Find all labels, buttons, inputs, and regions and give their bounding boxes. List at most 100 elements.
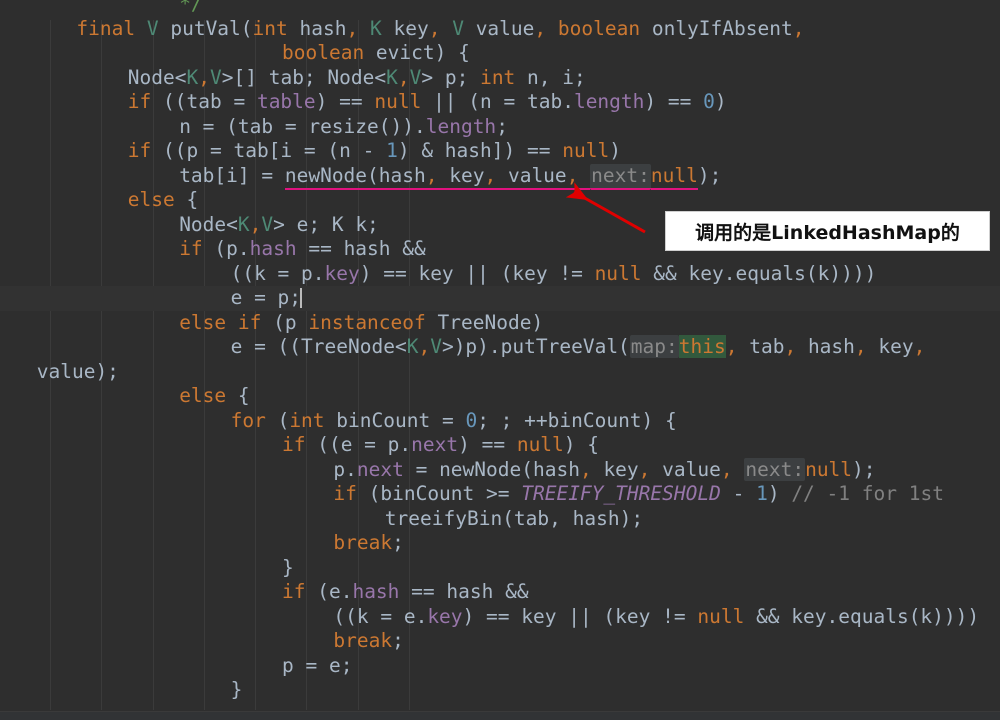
code-line[interactable]: */	[0, 0, 1000, 17]
code-token: key	[381, 16, 429, 40]
code-token: */	[179, 0, 203, 15]
code-token: ) & hash]) ==	[397, 139, 563, 162]
code-line[interactable]: if ((tab = table) == null || (n = tab.le…	[0, 90, 1000, 115]
code-line[interactable]: else {	[0, 384, 1000, 409]
code-token: value	[650, 457, 721, 481]
code-token: (e.	[305, 580, 353, 603]
code-token: for	[230, 408, 266, 432]
code-line[interactable]: boolean evict) {	[0, 41, 1000, 66]
code-token: ;	[709, 163, 722, 187]
code-token: ) ==	[644, 90, 704, 113]
code-line[interactable]: value);	[0, 360, 1000, 385]
code-text[interactable]: */ final V putVal(int hash, K key, V valu…	[0, 0, 1000, 703]
annotation-text: 调用的是LinkedHashMap的	[695, 221, 960, 244]
code-token: e = p;	[230, 286, 302, 309]
code-line[interactable]: break;	[0, 531, 1000, 556]
code-token: evict	[364, 41, 435, 64]
code-token: next:	[744, 457, 806, 481]
code-token: 0	[703, 90, 715, 113]
code-editor[interactable]: */ final V putVal(int hash, K key, V valu…	[0, 0, 1000, 720]
code-token: boolean	[282, 41, 365, 64]
code-token: if	[127, 139, 152, 162]
code-token: ,	[725, 335, 738, 358]
code-line[interactable]: n = (tab = resize()).length;	[0, 115, 1000, 140]
code-token: && key.equals(k))))	[641, 261, 877, 285]
code-token: ) ==	[315, 90, 375, 113]
code-token: {	[226, 384, 250, 407]
code-token: length	[425, 114, 497, 138]
code-token: if	[333, 482, 357, 505]
editor-bottom-strip	[0, 711, 1000, 720]
code-line[interactable]: e = p;	[0, 286, 1000, 311]
code-line[interactable]: break;	[0, 629, 1000, 654]
code-token: null	[562, 139, 610, 162]
code-line[interactable]: if (e.hash == hash &&	[0, 580, 1000, 605]
code-token: int	[289, 408, 325, 432]
code-line[interactable]: }	[0, 678, 1000, 703]
code-token: Node<	[179, 212, 238, 236]
code-token: null	[697, 604, 745, 628]
code-token: length	[573, 90, 645, 113]
code-line[interactable]: tab[i] = newNode(hash, key, value, next:…	[0, 163, 1000, 190]
code-line[interactable]: else {	[0, 188, 1000, 213]
code-token: break	[333, 629, 393, 652]
code-token: tab	[737, 335, 785, 358]
code-token: ((p = tab[i = (n -	[151, 139, 387, 162]
code-token: ,	[579, 457, 592, 481]
code-token: }	[282, 555, 294, 579]
code-token: V	[409, 65, 422, 89]
code-line[interactable]: for (int binCount = 0; ; ++binCount) {	[0, 409, 1000, 434]
code-token: hash	[287, 16, 347, 40]
code-token: ,	[249, 212, 262, 236]
code-line[interactable]: if (binCount >= TREEIFY_THRESHOLD - 1) /…	[0, 482, 1000, 507]
code-token: key	[437, 163, 485, 190]
code-token: >[] tab; Node<	[221, 65, 387, 89]
annotation-arrow-icon	[565, 182, 646, 234]
code-token: V	[261, 212, 274, 236]
code-token: table	[256, 90, 316, 113]
code-token: Node<	[127, 65, 187, 89]
code-line[interactable]: ((k = e.key) == key || (key != null && k…	[0, 605, 1000, 630]
code-token: value	[463, 16, 535, 40]
code-token: )	[531, 310, 544, 334]
code-token: ; ; ++binCount) {	[477, 408, 677, 432]
code-line[interactable]: Node<K,V>[] tab; Node<K,V> p; int n, i;	[0, 66, 1000, 91]
code-line[interactable]: if ((e = p.next) == null) {	[0, 433, 1000, 458]
code-token: onlyIfAbsent	[640, 16, 793, 40]
code-token: if	[282, 433, 306, 456]
code-token: newNode(hash	[284, 163, 426, 190]
code-token: ) ==	[458, 433, 517, 456]
code-line[interactable]: final V putVal(int hash, K key, V value,…	[0, 17, 1000, 42]
code-line[interactable]: else if (p instanceof TreeNode)	[0, 311, 1000, 336]
code-line[interactable]: ((k = p.key) == key || (key != null && k…	[0, 262, 1000, 287]
code-token: tab[i] =	[179, 163, 285, 187]
code-line[interactable]: treeifyBin(tab, hash);	[0, 507, 1000, 532]
code-token: ) {	[563, 433, 600, 456]
code-token: next	[411, 433, 459, 456]
code-line[interactable]: p.next = newNode(hash, key, value, next:…	[0, 457, 1000, 483]
code-token: // -1 for 1st	[791, 482, 944, 505]
code-token: ,	[428, 16, 441, 40]
code-token: 1	[386, 139, 398, 162]
code-line[interactable]: p = e;	[0, 654, 1000, 679]
code-token: )	[697, 163, 710, 187]
annotation-callout: 调用的是LinkedHashMap的	[665, 211, 990, 251]
code-token: TreeNode	[437, 310, 532, 334]
code-token: ,	[638, 457, 651, 481]
code-token: if	[237, 310, 262, 334]
code-line[interactable]: if ((p = tab[i = (n - 1) & hash]) == nul…	[0, 139, 1000, 164]
code-token: ,	[720, 457, 733, 481]
code-line[interactable]: e = ((TreeNode<K,V>)p).putTreeVal(map:th…	[0, 335, 1000, 360]
code-token: else	[179, 384, 227, 407]
code-token: ,	[198, 65, 210, 89]
code-token: int	[480, 65, 516, 89]
code-line[interactable]: }	[0, 556, 1000, 581]
code-token: ,	[913, 335, 926, 358]
code-token: null	[516, 433, 564, 456]
